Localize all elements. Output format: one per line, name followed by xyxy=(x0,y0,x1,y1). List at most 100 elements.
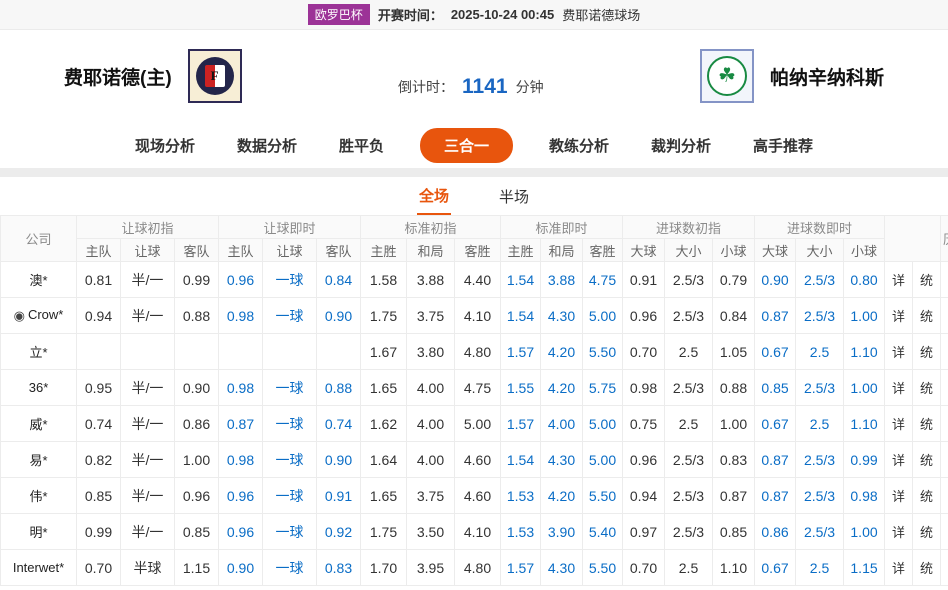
detail-link[interactable]: 详 xyxy=(885,334,913,370)
odds-cell: 1.53 xyxy=(501,478,541,514)
odds-cell: 1.64 xyxy=(361,442,407,478)
nav-tab-7[interactable]: 高手推荐 xyxy=(747,128,819,163)
odds-cell: 0.74 xyxy=(317,406,361,442)
odds-cell: 4.00 xyxy=(541,406,583,442)
sub-header-2-2: 让球 xyxy=(263,239,317,262)
detail-link[interactable]: 详 xyxy=(885,514,913,550)
nav-tab-3[interactable]: 胜平负 xyxy=(333,128,390,163)
sub-header-3-2: 和局 xyxy=(407,239,455,262)
odds-cell: 4.00 xyxy=(407,406,455,442)
stats-link[interactable]: 统 xyxy=(913,406,941,442)
company-name: 立* xyxy=(1,334,77,370)
odds-cell: 5.00 xyxy=(583,442,623,478)
stats-link[interactable]: 统 xyxy=(913,298,941,334)
nav-tab-6[interactable]: 裁判分析 xyxy=(645,128,717,163)
company-name: Interwet* xyxy=(1,550,77,586)
detail-link[interactable]: 详 xyxy=(885,406,913,442)
odds-cell: 半/一 xyxy=(121,262,175,298)
odds-cell: 1.54 xyxy=(501,442,541,478)
odds-cell: 0.90 xyxy=(219,550,263,586)
odds-cell: 0.98 xyxy=(219,442,263,478)
odds-cell: 0.74 xyxy=(77,406,121,442)
nav-tab-2[interactable]: 数据分析 xyxy=(231,128,303,163)
odds-cell: 0.79 xyxy=(713,262,755,298)
stats-link[interactable]: 统 xyxy=(913,370,941,406)
detail-link[interactable]: 详 xyxy=(885,262,913,298)
nav-tab-1[interactable]: 现场分析 xyxy=(129,128,201,163)
league-badge[interactable]: 欧罗巴杯 xyxy=(308,4,370,25)
odds-cell: 1.58 xyxy=(361,262,407,298)
countdown-value: 1141 xyxy=(462,75,508,99)
odds-cell: 4.30 xyxy=(541,298,583,334)
odds-row: 明*0.99半/一0.850.96一球0.921.753.504.101.533… xyxy=(1,514,948,550)
odds-cell: 1.57 xyxy=(501,550,541,586)
home-team: 费耶诺德(主) F xyxy=(64,49,242,103)
odds-cell: 1.00 xyxy=(713,406,755,442)
odds-cell: 一球 xyxy=(263,550,317,586)
odds-cell: 1.75 xyxy=(361,514,407,550)
odds-cell: 1.10 xyxy=(844,406,885,442)
sub-header-6-1: 大球 xyxy=(755,239,796,262)
odds-cell: 3.80 xyxy=(407,334,455,370)
odds-cell: 一球 xyxy=(263,262,317,298)
detail-link[interactable]: 详 xyxy=(885,442,913,478)
odds-cell: 4.80 xyxy=(455,550,501,586)
odds-cell: 1.05 xyxy=(713,334,755,370)
odds-cell: 3.90 xyxy=(541,514,583,550)
odds-cell: 0.98 xyxy=(219,370,263,406)
odds-cell: 半/一 xyxy=(121,370,175,406)
odds-cell: 0.84 xyxy=(713,298,755,334)
odds-cell: 1.65 xyxy=(361,370,407,406)
company-name: 伟* xyxy=(1,478,77,514)
odds-cell: 0.90 xyxy=(755,262,796,298)
nav-tab-5[interactable]: 教练分析 xyxy=(543,128,615,163)
sub-header-5-1: 大球 xyxy=(623,239,665,262)
odds-cell: 0.75 xyxy=(623,406,665,442)
countdown-unit: 分钟 xyxy=(516,77,544,97)
odds-cell: 1.53 xyxy=(501,514,541,550)
odds-cell: 0.96 xyxy=(175,478,219,514)
odds-cell: 0.85 xyxy=(77,478,121,514)
odds-cell: 0.80 xyxy=(844,262,885,298)
stats-link[interactable]: 统 xyxy=(913,442,941,478)
odds-cell: 2.5/3 xyxy=(665,262,713,298)
odds-row: 威*0.74半/一0.860.87一球0.741.624.005.001.574… xyxy=(1,406,948,442)
odds-cell: 1.57 xyxy=(501,334,541,370)
sub-header-5-2: 大小 xyxy=(665,239,713,262)
detail-link[interactable]: 详 xyxy=(885,370,913,406)
stats-link[interactable]: 统 xyxy=(913,334,941,370)
subtab-2[interactable]: 半场 xyxy=(497,179,531,214)
detail-link[interactable]: 详 xyxy=(885,478,913,514)
stats-link[interactable]: 统 xyxy=(913,514,941,550)
odds-cell: 0.94 xyxy=(77,298,121,334)
odds-row: 易*0.82半/一1.000.98一球0.901.644.004.601.544… xyxy=(1,442,948,478)
group-header-2: 让球即时 xyxy=(219,216,361,239)
stats-link[interactable]: 统 xyxy=(913,550,941,586)
odds-cell: 5.75 xyxy=(583,370,623,406)
odds-cell: 0.67 xyxy=(755,334,796,370)
odds-cell: 0.96 xyxy=(219,478,263,514)
detail-link[interactable]: 详 xyxy=(885,550,913,586)
company-name: 易* xyxy=(1,442,77,478)
nav-tab-4[interactable]: 三合一 xyxy=(420,128,513,163)
cutoff-cell xyxy=(941,478,948,514)
odds-cell: 4.75 xyxy=(455,370,501,406)
company-crest-icon: ◉ xyxy=(14,308,25,324)
detail-link[interactable]: 详 xyxy=(885,298,913,334)
odds-cell: 1.57 xyxy=(501,406,541,442)
odds-cell: 4.80 xyxy=(455,334,501,370)
odds-cell xyxy=(175,334,219,370)
cutoff-cell xyxy=(941,550,948,586)
sub-header-2-3: 客队 xyxy=(317,239,361,262)
odds-cell: 5.00 xyxy=(455,406,501,442)
odds-cell: 0.85 xyxy=(755,370,796,406)
main-nav: 现场分析数据分析胜平负三合一教练分析裁判分析高手推荐 xyxy=(0,122,948,168)
odds-cell: 2.5 xyxy=(796,550,844,586)
subtab-1[interactable]: 全场 xyxy=(417,178,451,215)
cutoff-cell xyxy=(941,262,948,298)
stats-link[interactable]: 统 xyxy=(913,478,941,514)
odds-cell: 半球 xyxy=(121,550,175,586)
odds-row: 澳*0.81半/一0.990.96一球0.841.583.884.401.543… xyxy=(1,262,948,298)
odds-cell: 0.70 xyxy=(77,550,121,586)
stats-link[interactable]: 统 xyxy=(913,262,941,298)
